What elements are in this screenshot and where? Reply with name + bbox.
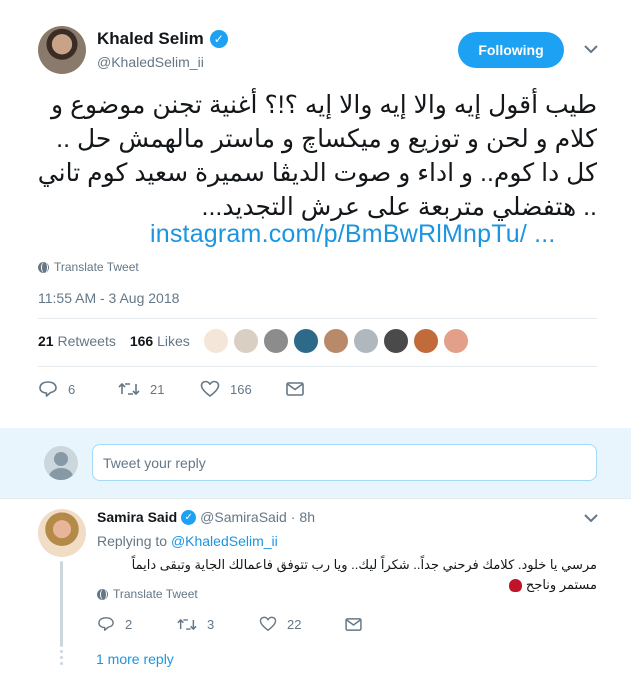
reply-retweet-action[interactable]: 3 bbox=[177, 617, 259, 632]
globe-icon bbox=[38, 261, 49, 273]
liker-avatar[interactable] bbox=[263, 328, 289, 354]
heart-icon bbox=[259, 616, 277, 631]
reply-icon bbox=[39, 381, 57, 397]
reply-author-row: Samira Said ✓ @SamiraSaid · 8h bbox=[97, 509, 315, 525]
current-user-avatar bbox=[44, 446, 78, 480]
replying-to-handle[interactable]: @KhaledSelim_ii bbox=[171, 533, 278, 549]
like-action[interactable]: 166 bbox=[200, 380, 286, 398]
author-avatar[interactable] bbox=[38, 26, 86, 74]
main-tweet: Khaled Selim ✓ @KhaledSelim_ii Following… bbox=[0, 0, 631, 428]
translate-tweet-link[interactable]: Translate Tweet bbox=[38, 260, 139, 274]
likes-label: Likes bbox=[157, 333, 190, 349]
reply-author-name[interactable]: Samira Said bbox=[97, 509, 177, 525]
verified-badge-icon: ✓ bbox=[181, 509, 197, 525]
retweet-count: 21 bbox=[150, 381, 165, 397]
liker-avatar[interactable] bbox=[203, 328, 229, 354]
tweet-stats: 21 Retweets 166 Likes bbox=[38, 333, 190, 349]
retweets-label: Retweets bbox=[57, 333, 116, 349]
reply-retweet-count: 3 bbox=[207, 616, 215, 632]
author-name-row[interactable]: Khaled Selim ✓ bbox=[97, 29, 228, 49]
liker-avatar[interactable] bbox=[293, 328, 319, 354]
reply-timestamp[interactable]: 8h bbox=[299, 509, 315, 525]
thread-line bbox=[60, 561, 63, 647]
author-handle[interactable]: @KhaledSelim_ii bbox=[97, 54, 204, 70]
divider bbox=[38, 318, 597, 319]
liker-avatar[interactable] bbox=[443, 328, 469, 354]
reply-direct-message-action[interactable] bbox=[345, 617, 362, 631]
replying-prefix: Replying to bbox=[97, 533, 168, 549]
thread-dots bbox=[60, 650, 63, 665]
reply-translate-link[interactable]: Translate Tweet bbox=[97, 587, 198, 601]
separator: · bbox=[290, 509, 296, 525]
rose-emoji-icon bbox=[509, 579, 523, 593]
liker-avatar[interactable] bbox=[383, 328, 409, 354]
reply-text-content: مرسي يا خلود. كلامك فرحني جداً.. شكراً ل… bbox=[131, 557, 597, 592]
retweets-count: 21 bbox=[38, 333, 54, 349]
heart-icon bbox=[200, 380, 220, 397]
author-display-name[interactable]: Khaled Selim bbox=[97, 29, 204, 49]
reply-author-handle[interactable]: @SamiraSaid bbox=[200, 509, 287, 525]
tweet-reply-input[interactable] bbox=[92, 444, 597, 481]
liker-avatar[interactable] bbox=[353, 328, 379, 354]
reply-author-avatar[interactable] bbox=[38, 509, 86, 557]
reply-action[interactable]: 6 bbox=[38, 380, 118, 398]
liker-avatar[interactable] bbox=[233, 328, 259, 354]
verified-badge-icon: ✓ bbox=[209, 30, 228, 48]
like-count: 166 bbox=[230, 381, 252, 397]
retweet-icon bbox=[177, 618, 197, 630]
reply-count: 6 bbox=[68, 381, 76, 397]
reply-reply-action[interactable]: 2 bbox=[97, 616, 177, 632]
retweet-action[interactable]: 21 bbox=[118, 381, 200, 397]
reply-like-action[interactable]: 22 bbox=[259, 616, 345, 632]
reply-reply-count: 2 bbox=[125, 616, 133, 632]
envelope-icon bbox=[286, 382, 304, 396]
reply-translate-label: Translate Tweet bbox=[113, 587, 198, 601]
tweet-link[interactable]: instagram.com/p/BmBwRlMnpTu/ ... bbox=[150, 220, 556, 249]
likes-count: 166 bbox=[129, 333, 154, 349]
globe-icon bbox=[97, 588, 108, 600]
divider bbox=[38, 366, 597, 367]
translate-label: Translate Tweet bbox=[54, 260, 139, 274]
likers-avatars bbox=[203, 328, 469, 354]
reply-actions: 2 3 22 bbox=[97, 616, 362, 632]
retweet-icon bbox=[118, 382, 140, 396]
direct-message-action[interactable] bbox=[286, 382, 304, 396]
liker-avatar[interactable] bbox=[323, 328, 349, 354]
retweets-stat[interactable]: 21 Retweets bbox=[38, 333, 116, 349]
envelope-icon bbox=[345, 617, 362, 631]
reply-icon bbox=[98, 617, 114, 631]
reply-like-count: 22 bbox=[287, 616, 302, 632]
tweet-menu-chevron-down-icon[interactable] bbox=[584, 45, 598, 55]
tweet-actions: 6 21 166 bbox=[38, 380, 304, 398]
liker-avatar[interactable] bbox=[413, 328, 439, 354]
following-button[interactable]: Following bbox=[458, 32, 564, 68]
tweet-timestamp[interactable]: 11:55 AM - 3 Aug 2018 bbox=[38, 290, 179, 306]
replying-to: Replying to @KhaledSelim_ii bbox=[97, 533, 278, 549]
tweet-text: طيب أقول إيه والا إيه والا إيه ؟!؟ أغنية… bbox=[37, 91, 597, 221]
likes-stat[interactable]: 166 Likes bbox=[130, 333, 190, 349]
more-replies-link[interactable]: 1 more reply bbox=[96, 651, 174, 667]
reply-menu-chevron-down-icon[interactable] bbox=[584, 514, 598, 524]
